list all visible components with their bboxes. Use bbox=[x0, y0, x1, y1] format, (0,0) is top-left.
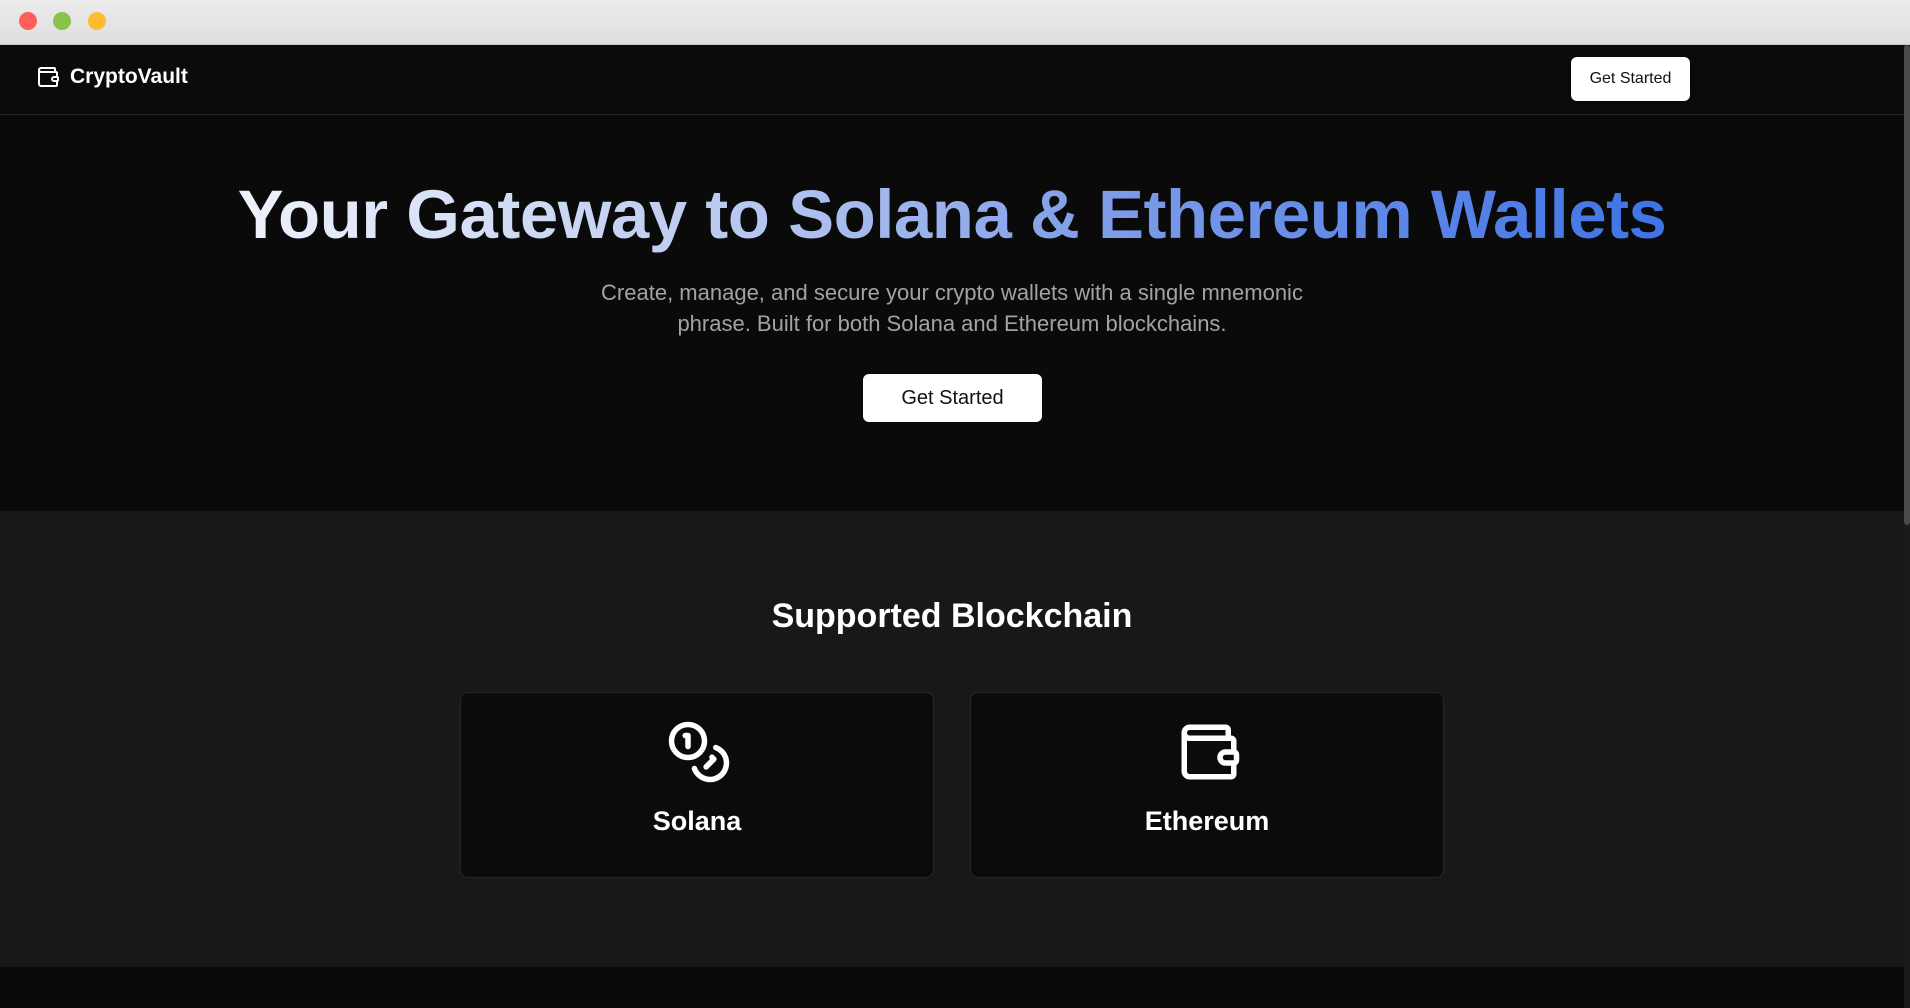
wallet-icon bbox=[36, 65, 60, 89]
ethereum-card[interactable]: Ethereum bbox=[970, 692, 1444, 878]
scrollbar-thumb[interactable] bbox=[1904, 45, 1910, 525]
footer-strip bbox=[0, 967, 1904, 1008]
solana-card-label: Solana bbox=[652, 806, 742, 836]
hero-get-started-button[interactable]: Get Started bbox=[863, 374, 1042, 422]
supported-blockchain-section: Supported Blockchain Solana Ethereum bbox=[0, 511, 1904, 967]
hero-title-text: Your Gateway to Solana & Ethereum Wallet… bbox=[237, 176, 1667, 253]
solana-card[interactable]: Solana bbox=[460, 692, 934, 878]
brand-logo[interactable]: CryptoVault bbox=[36, 65, 188, 89]
nav-get-started-button[interactable]: Get Started bbox=[1571, 57, 1690, 101]
ethereum-card-label: Ethereum bbox=[1144, 806, 1270, 836]
zoom-window-button[interactable] bbox=[53, 12, 71, 30]
section-title: Supported Blockchain bbox=[771, 597, 1133, 635]
close-window-button[interactable] bbox=[19, 12, 37, 30]
hero-subtitle: Create, manage, and secure your crypto w… bbox=[601, 280, 1303, 336]
window-titlebar bbox=[0, 0, 1910, 45]
wallet-icon bbox=[1176, 719, 1242, 785]
navbar: CryptoVault Get Started bbox=[0, 45, 1904, 115]
browser-window: CryptoVault Get Started Your Gateway to … bbox=[0, 0, 1910, 1008]
hero-section: Your Gateway to Solana & Ethereum Wallet… bbox=[0, 115, 1904, 511]
minimize-window-button[interactable] bbox=[88, 12, 106, 30]
brand-name: CryptoVault bbox=[70, 65, 188, 88]
coins-icon bbox=[666, 719, 732, 785]
hero-title: Your Gateway to Solana & Ethereum Wallet… bbox=[0, 177, 1904, 253]
